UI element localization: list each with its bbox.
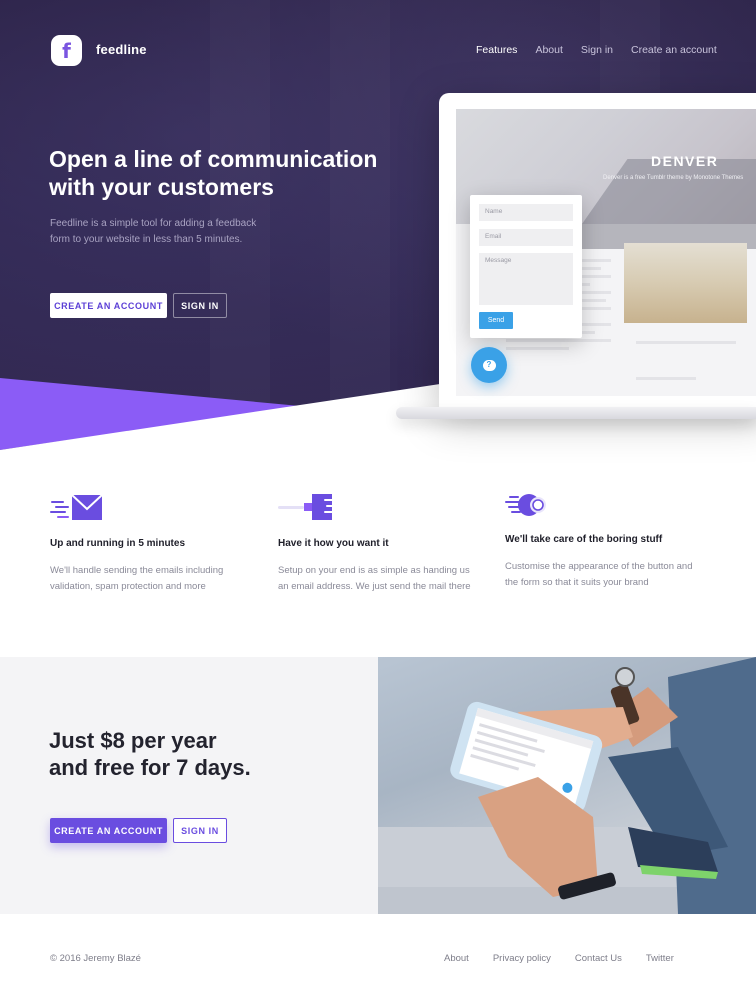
hero-create-account-button[interactable]: CREATE AN ACCOUNT [50, 293, 167, 318]
plug-speed-icon [278, 494, 334, 520]
nav-features[interactable]: Features [476, 44, 517, 56]
hero-sign-in-button[interactable]: SIGN IN [173, 293, 227, 318]
pricing-sign-in-button[interactable]: SIGN IN [173, 818, 227, 843]
feature-text: Setup on your end is as simple as handin… [278, 565, 471, 592]
top-nav: Features About Sign in Create an account [476, 44, 735, 56]
chat-question-icon: ? [482, 359, 496, 371]
gear-speed-icon [505, 494, 546, 516]
feedback-bubble-button[interactable]: ? [471, 347, 507, 383]
footer-link-privacy[interactable]: Privacy policy [493, 953, 551, 964]
pricing-create-account-button[interactable]: CREATE AN ACCOUNT [50, 818, 167, 843]
footer-link-about[interactable]: About [444, 953, 469, 964]
feature-title: We'll take care of the boring stuff [505, 534, 663, 545]
hero-title-line2: with your customers [49, 174, 274, 200]
mockup-send-button[interactable]: Send [479, 312, 513, 329]
nav-about[interactable]: About [535, 44, 562, 56]
feature-title: Up and running in 5 minutes [50, 538, 185, 549]
mockup-site-tagline: Denver is a free Tumblr theme by Monoton… [603, 175, 744, 181]
pricing-section: Just $8 per year and free for 7 days. CR… [0, 657, 378, 914]
phone-photo-illustration [378, 657, 756, 914]
feedback-form-card: Name Email Message Send [470, 195, 582, 338]
mockup-site-title: DENVER [651, 153, 719, 169]
nav-create-account[interactable]: Create an account [631, 44, 717, 56]
feature-text: We'll handle sending the emails includin… [50, 565, 224, 592]
mockup-name-field[interactable]: Name [479, 204, 573, 221]
copyright-text: © 2016 Jeremy Blazé [50, 953, 141, 964]
feature-text: Customise the appearance of the button a… [505, 561, 693, 588]
feature-title: Have it how you want it [278, 538, 389, 549]
footer-link-twitter[interactable]: Twitter [646, 953, 674, 964]
mockup-field-photo [624, 243, 747, 323]
hero-title-line1: Open a line of communication [49, 146, 378, 172]
pricing-title-line2: and free for 7 days. [49, 755, 251, 780]
hero-title: Open a line of communication with your c… [49, 145, 409, 201]
footer-link-contact[interactable]: Contact Us [575, 953, 622, 964]
envelope-speed-icon [50, 494, 103, 520]
pricing-title: Just $8 per year and free for 7 days. [49, 727, 349, 781]
footer: © 2016 Jeremy Blazé About Privacy policy… [0, 914, 756, 1000]
brand-name[interactable]: feedline [96, 42, 147, 57]
mockup-meta-line [636, 341, 736, 344]
footer-nav: About Privacy policy Contact Us Twitter [444, 953, 698, 964]
mockup-message-field[interactable]: Message [479, 253, 573, 305]
phone-in-hands-photo [378, 657, 756, 914]
hero-subtitle: Feedline is a simple tool for adding a f… [50, 218, 257, 245]
laptop-base [396, 407, 756, 419]
nav-sign-in[interactable]: Sign in [581, 44, 613, 56]
pricing-title-line1: Just $8 per year [49, 728, 217, 753]
mockup-email-field[interactable]: Email [479, 229, 573, 246]
feedline-logo[interactable]: f [51, 35, 82, 66]
mockup-meta-line [636, 377, 696, 380]
